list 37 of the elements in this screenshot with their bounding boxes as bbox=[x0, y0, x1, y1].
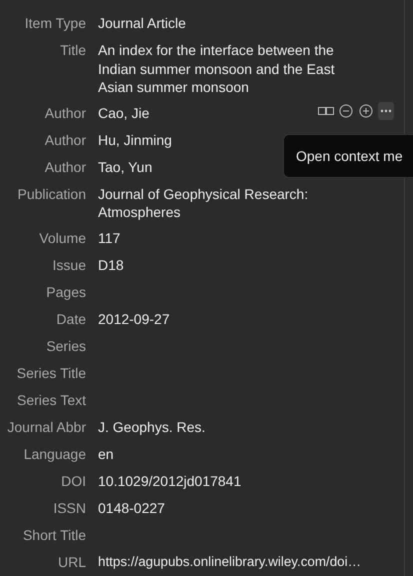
field-value[interactable]: Tao, Yun bbox=[98, 156, 152, 176]
field-value[interactable]: Cao, Jie bbox=[98, 102, 150, 122]
field-label: Item Type bbox=[24, 14, 86, 33]
plus-icon[interactable] bbox=[358, 102, 374, 120]
minus-icon[interactable] bbox=[338, 102, 354, 120]
field-label: Short Title bbox=[22, 526, 86, 544]
field-label: Series Title bbox=[16, 364, 86, 382]
field-value[interactable]: Journal of Geophysical Research: Atmospheres bbox=[98, 182, 356, 222]
field-value[interactable]: https://agupubs.onlinelibrary.wiley.com/doi… bbox=[98, 550, 361, 571]
field-value[interactable]: An index for the interface between the Indian summer monsoon and the East Asian summer monsoon bbox=[98, 39, 356, 96]
field-label: Series bbox=[45, 336, 86, 356]
field-label: Date bbox=[55, 310, 86, 328]
field-label: Series Text bbox=[16, 390, 86, 410]
field-label: Language bbox=[22, 444, 86, 464]
field-value[interactable]: en bbox=[98, 442, 114, 463]
field-label: Journal Abbr bbox=[6, 418, 86, 436]
field-label: Title bbox=[59, 41, 86, 60]
field-label: Issue bbox=[52, 256, 86, 274]
tooltip: Open context me bbox=[283, 134, 413, 178]
field-label: ISSN bbox=[52, 498, 86, 518]
field-value[interactable]: 10.1029/2012jd017841 bbox=[98, 470, 242, 490]
field-value[interactable]: J. Geophys. Res. bbox=[98, 416, 206, 436]
field-label: Author bbox=[44, 158, 86, 176]
field-label: Pages bbox=[45, 282, 86, 302]
more-icon[interactable] bbox=[378, 102, 394, 120]
field-label: Author bbox=[44, 130, 86, 150]
field-value[interactable]: Journal Article bbox=[98, 12, 186, 32]
field-value[interactable]: D18 bbox=[98, 254, 124, 274]
field-value[interactable]: 117 bbox=[98, 226, 120, 247]
field-label: URL bbox=[56, 552, 86, 572]
field-label: Publication bbox=[16, 184, 86, 204]
field-value[interactable]: 0148-0227 bbox=[98, 496, 165, 517]
field-label: DOI bbox=[60, 472, 86, 490]
field-label: Volume bbox=[38, 228, 86, 248]
field-label: Author bbox=[44, 104, 86, 122]
field-value[interactable]: 2012-09-27 bbox=[98, 308, 170, 328]
field-value[interactable]: Hu, Jinming bbox=[98, 128, 172, 149]
